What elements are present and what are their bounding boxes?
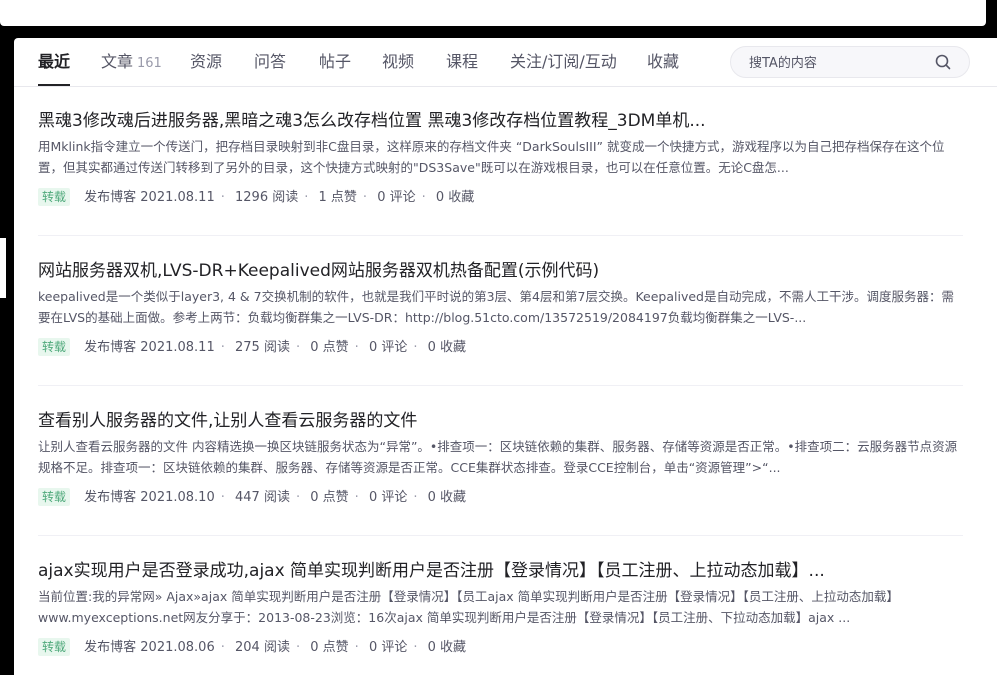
meta-separator: · bbox=[220, 640, 225, 655]
repost-badge: 转载 bbox=[38, 338, 71, 356]
tab-courses[interactable]: 课程 bbox=[446, 51, 478, 73]
background-fragment bbox=[0, 238, 6, 298]
article-list: 黑魂3修改魂后进服务器,黑暗之魂3怎么改存档位置 黑魂3修改存档位置教程_3DM… bbox=[38, 86, 963, 675]
tab-label: 帖子 bbox=[319, 52, 352, 71]
meta-separator: · bbox=[295, 490, 301, 505]
repost-badge: 转载 bbox=[38, 188, 71, 206]
content-panel: 最近 文章 161 资源 问答 帖子 视频 课程 关注/订阅/互动 收藏 搜TA… bbox=[14, 38, 997, 675]
like-count: 0 点赞 bbox=[310, 340, 349, 355]
tab-count: 161 bbox=[137, 56, 162, 71]
meta-separator: · bbox=[354, 490, 359, 505]
tab-recent[interactable]: 最近 bbox=[38, 51, 71, 86]
article-meta: 转载 发布博客 2021.08.06 · 204 阅读 · 0 点赞 · 0 评论 · … bbox=[38, 638, 466, 658]
meta-separator: · bbox=[304, 190, 309, 205]
meta-separator: · bbox=[413, 490, 418, 505]
article-meta: 转载 发布博客 2021.08.11 · 275 阅读 · 0 点赞 · 0 评论 · … bbox=[38, 338, 466, 358]
repost-badge: 转载 bbox=[38, 488, 71, 506]
article-item: 网站服务器双机,LVS-DR+Keepalived网站服务器双机热备配置(示例代… bbox=[38, 236, 963, 386]
article-meta: 转载 发布博客 2021.08.10 · 447 阅读 · 0 点赞 · 0 评论 · … bbox=[38, 488, 466, 508]
meta-separator: · bbox=[354, 340, 359, 355]
like-count: 0 点赞 bbox=[310, 490, 349, 505]
article-title[interactable]: 查看别人服务器的文件,让别人查看云服务器的文件 bbox=[38, 409, 963, 433]
read-count: 1296 阅读 bbox=[235, 190, 299, 205]
publish-date: 发布博客 2021.08.11 bbox=[84, 340, 215, 355]
article-meta: 转载 发布博客 2021.08.11 · 1296 阅读 · 1 点赞 · 0 评论 ·… bbox=[38, 188, 474, 208]
meta-separator: · bbox=[295, 640, 301, 655]
comment-count: 0 评论 bbox=[377, 190, 416, 205]
meta-separator: · bbox=[220, 340, 225, 355]
meta-separator: · bbox=[220, 490, 225, 505]
read-count: 275 阅读 bbox=[235, 340, 290, 355]
search-input[interactable] bbox=[747, 51, 931, 75]
search-icon[interactable] bbox=[935, 54, 951, 70]
publish-date: 发布博客 2021.08.06 bbox=[84, 640, 215, 655]
tab-resources[interactable]: 资源 bbox=[190, 51, 222, 73]
publish-date: 发布博客 2021.08.10 bbox=[84, 490, 215, 505]
article-item: 查看别人服务器的文件,让别人查看云服务器的文件 让别人查看云服务器的文件 内容精… bbox=[38, 386, 963, 536]
top-header-strip bbox=[0, 0, 986, 26]
tab-label: 视频 bbox=[382, 52, 415, 71]
favorite-count: 0 收藏 bbox=[427, 340, 467, 355]
meta-separator: · bbox=[413, 340, 418, 355]
tab-label: 最近 bbox=[38, 52, 71, 71]
tab-videos[interactable]: 视频 bbox=[382, 51, 414, 73]
tab-follow-subscribe-interact[interactable]: 关注/订阅/互动 bbox=[510, 51, 617, 73]
article-title[interactable]: ajax实现用户是否登录成功,ajax 简单实现判断用户是否注册【登录情况】【员… bbox=[38, 559, 963, 583]
article-summary[interactable]: 当前位置:我的异常网» Ajax»ajax 简单实现判断用户是否注册【登录情况】… bbox=[38, 586, 963, 628]
tab-label: 课程 bbox=[446, 52, 479, 71]
repost-badge: 转载 bbox=[38, 638, 71, 656]
article-summary[interactable]: 用Mklink指令建立一个传送门，把存档目录映射到非C盘目录，这样原来的存档文件… bbox=[38, 136, 963, 178]
tab-label: 文章 bbox=[101, 52, 134, 71]
comment-count: 0 评论 bbox=[368, 340, 408, 355]
article-summary[interactable]: keepalived是一个类似于layer3, 4 & 7交换机制的软件，也就是… bbox=[38, 286, 963, 328]
like-count: 1 点赞 bbox=[318, 190, 357, 205]
meta-separator: · bbox=[220, 190, 225, 205]
tab-label: 关注/订阅/互动 bbox=[510, 52, 617, 71]
meta-separator: · bbox=[295, 340, 301, 355]
favorite-count: 0 收藏 bbox=[427, 490, 467, 505]
meta-separator: · bbox=[421, 190, 426, 205]
meta-separator: · bbox=[362, 190, 368, 205]
like-count: 0 点赞 bbox=[310, 640, 349, 655]
favorite-count: 0 收藏 bbox=[427, 640, 467, 655]
search-box bbox=[730, 46, 970, 78]
article-summary[interactable]: 让别人查看云服务器的文件 内容精选换一换区块链服务状态为“异常”。•排查项一：区… bbox=[38, 436, 963, 478]
article-title[interactable]: 黑魂3修改魂后进服务器,黑暗之魂3怎么改存档位置 黑魂3修改存档位置教程_3DM… bbox=[38, 109, 963, 133]
article-item: 黑魂3修改魂后进服务器,黑暗之魂3怎么改存档位置 黑魂3修改存档位置教程_3DM… bbox=[38, 86, 963, 236]
publish-date: 发布博客 2021.08.11 bbox=[84, 190, 215, 205]
tab-label: 收藏 bbox=[647, 52, 680, 71]
favorite-count: 0 收藏 bbox=[435, 190, 475, 205]
tab-label: 问答 bbox=[254, 52, 287, 71]
article-item: ajax实现用户是否登录成功,ajax 简单实现判断用户是否注册【登录情况】【员… bbox=[38, 536, 963, 675]
comment-count: 0 评论 bbox=[368, 640, 408, 655]
article-title[interactable]: 网站服务器双机,LVS-DR+Keepalived网站服务器双机热备配置(示例代… bbox=[38, 259, 963, 283]
meta-separator: · bbox=[354, 640, 359, 655]
tab-articles[interactable]: 文章 161 bbox=[101, 51, 162, 75]
tab-qa[interactable]: 问答 bbox=[254, 51, 286, 73]
comment-count: 0 评论 bbox=[368, 490, 408, 505]
read-count: 204 阅读 bbox=[235, 640, 290, 655]
tab-bar: 最近 文章 161 资源 问答 帖子 视频 课程 关注/订阅/互动 收藏 bbox=[14, 38, 997, 87]
tab-label: 资源 bbox=[190, 52, 223, 71]
tab-posts[interactable]: 帖子 bbox=[319, 51, 351, 73]
tab-favorites[interactable]: 收藏 bbox=[647, 51, 679, 73]
read-count: 447 阅读 bbox=[235, 490, 290, 505]
meta-separator: · bbox=[413, 640, 418, 655]
